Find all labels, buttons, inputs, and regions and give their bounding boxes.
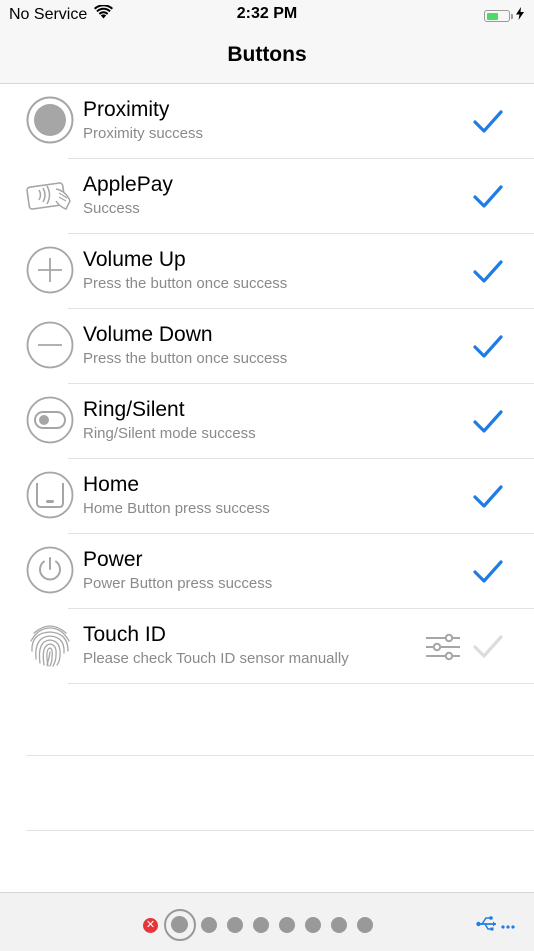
page-title: Buttons: [227, 43, 307, 66]
test-status: Success: [83, 200, 140, 217]
test-title: Power: [83, 548, 143, 571]
battery-icon: [484, 10, 510, 22]
page-dot[interactable]: [305, 917, 321, 933]
test-title: Touch ID: [83, 623, 166, 646]
empty-row-divider: [26, 830, 534, 831]
test-row-applepay[interactable]: ApplePay Success: [0, 159, 534, 234]
test-row-power[interactable]: Power Power Button press success: [0, 534, 534, 609]
test-row-volume-up[interactable]: Volume Up Press the button once success: [0, 234, 534, 309]
fingerprint-icon: [26, 621, 74, 669]
status-time: 2:32 PM: [236, 5, 298, 22]
usb-icon[interactable]: [476, 913, 516, 935]
page-dot[interactable]: [253, 917, 269, 933]
bottom-bar: ✕: [0, 892, 534, 951]
test-status: Power Button press success: [83, 575, 273, 592]
test-status: Please check Touch ID sensor manually: [83, 650, 349, 667]
toggle-switch-icon: [26, 396, 74, 444]
test-status: Proximity success: [83, 125, 204, 142]
test-list: Proximity Proximity success ApplePay Suc…: [0, 84, 534, 684]
test-row-touch-id[interactable]: Touch ID Please check Touch ID sensor ma…: [0, 609, 534, 684]
page-dot[interactable]: [201, 917, 217, 933]
test-row-home[interactable]: Home Home Button press success: [0, 459, 534, 534]
navigation-bar: Buttons: [0, 30, 534, 84]
test-status: Press the button once success: [83, 350, 288, 367]
checkmark-icon: [473, 485, 503, 508]
power-icon: [26, 546, 74, 594]
sliders-icon[interactable]: [424, 631, 462, 663]
battery-level: [486, 12, 498, 20]
test-title: Home: [83, 473, 140, 496]
test-row-volume-down[interactable]: Volume Down Press the button once succes…: [0, 309, 534, 384]
test-row-ring-silent[interactable]: Ring/Silent Ring/Silent mode success: [0, 384, 534, 459]
page-indicator[interactable]: ✕: [143, 909, 383, 941]
checkmark-icon: [473, 110, 503, 133]
checkmark-icon: [473, 335, 503, 358]
page-dot[interactable]: [279, 917, 295, 933]
current-page-dot[interactable]: [164, 909, 196, 941]
row-divider: [68, 683, 534, 684]
charging-bolt-icon: [516, 7, 524, 25]
home-button-icon: [26, 471, 74, 519]
test-status: Press the button once success: [83, 275, 288, 292]
checkmark-icon: [473, 560, 503, 583]
test-title: Proximity: [83, 98, 170, 121]
checkmark-icon: [473, 260, 503, 283]
test-row-proximity[interactable]: Proximity Proximity success: [0, 84, 534, 159]
battery-indicator: [484, 7, 524, 25]
page-dot[interactable]: [357, 917, 373, 933]
contactless-pay-icon: [26, 171, 74, 219]
test-status: Home Button press success: [83, 500, 270, 517]
page-dot[interactable]: [331, 917, 347, 933]
proximity-icon: [26, 96, 74, 144]
empty-row-divider: [26, 755, 534, 756]
battery-cap: [511, 13, 513, 19]
test-title: Volume Up: [83, 248, 186, 271]
checkmark-icon: [473, 635, 503, 658]
minus-circle-icon: [26, 321, 74, 369]
test-title: Ring/Silent: [83, 398, 185, 421]
checkmark-icon: [473, 185, 503, 208]
page-dot[interactable]: [227, 917, 243, 933]
test-title: ApplePay: [83, 173, 173, 196]
status-bar: No Service 2:32 PM: [0, 0, 534, 30]
plus-circle-icon: [26, 246, 74, 294]
test-title: Volume Down: [83, 323, 213, 346]
error-badge-icon[interactable]: ✕: [143, 918, 158, 933]
test-status: Ring/Silent mode success: [83, 425, 256, 442]
checkmark-icon: [473, 410, 503, 433]
